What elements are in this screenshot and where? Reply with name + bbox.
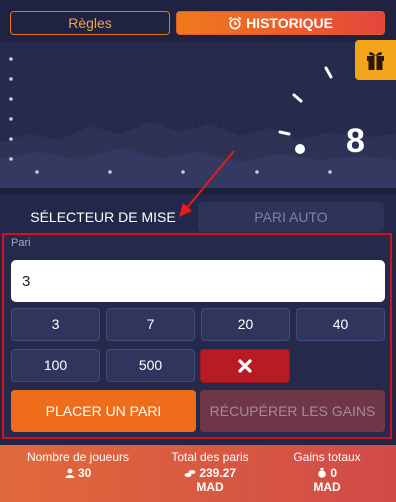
total-bets-label: Total des paris	[171, 450, 249, 464]
close-icon	[238, 359, 252, 373]
total-bets-stat: Total des paris 239.27 MAD	[160, 450, 260, 494]
tab-auto-bet[interactable]: PARI AUTO	[198, 202, 384, 232]
bet-label: Pari	[11, 237, 31, 249]
place-bet-button[interactable]: PLACER UN PARI	[11, 390, 196, 432]
winnings-unit: MAD	[313, 480, 341, 494]
tab-bet-selector[interactable]: SÉLECTEUR DE MISE	[12, 202, 194, 232]
money-bag-icon	[318, 468, 326, 478]
players-label: Nombre de joueurs	[26, 450, 130, 464]
cashout-button[interactable]: RÉCUPÉRER LES GAINS	[200, 390, 385, 432]
money-stack-icon	[184, 470, 196, 477]
chip-3[interactable]: 3	[11, 308, 100, 341]
chip-20[interactable]: 20	[201, 308, 290, 341]
players-stat: Nombre de joueurs 30	[18, 450, 138, 480]
chip-100[interactable]: 100	[11, 349, 100, 382]
chip-500[interactable]: 500	[106, 349, 195, 382]
winnings-stat: Gains totaux 0 MAD	[282, 450, 372, 494]
alarm-clock-icon	[228, 16, 242, 30]
total-bets-value: 239.27	[199, 466, 237, 480]
gift-icon	[367, 52, 384, 70]
clear-bet-button[interactable]	[200, 349, 290, 383]
user-icon	[65, 468, 75, 478]
bet-amount-input[interactable]	[11, 260, 385, 302]
game-area: 8	[0, 42, 396, 188]
gift-button[interactable]	[355, 40, 396, 80]
winnings-label: Gains totaux	[293, 450, 361, 464]
chip-40[interactable]: 40	[296, 308, 385, 341]
total-bets-unit: MAD	[196, 480, 224, 494]
winnings-value: 0	[330, 466, 338, 480]
history-button[interactable]: HISTORIQUE	[176, 11, 385, 35]
game-background	[0, 51, 396, 188]
multiplier-value: 8	[346, 122, 365, 160]
chip-7[interactable]: 7	[106, 308, 195, 341]
history-label: HISTORIQUE	[246, 15, 333, 31]
players-value: 30	[77, 466, 92, 480]
rules-button[interactable]: Règles	[10, 11, 170, 35]
